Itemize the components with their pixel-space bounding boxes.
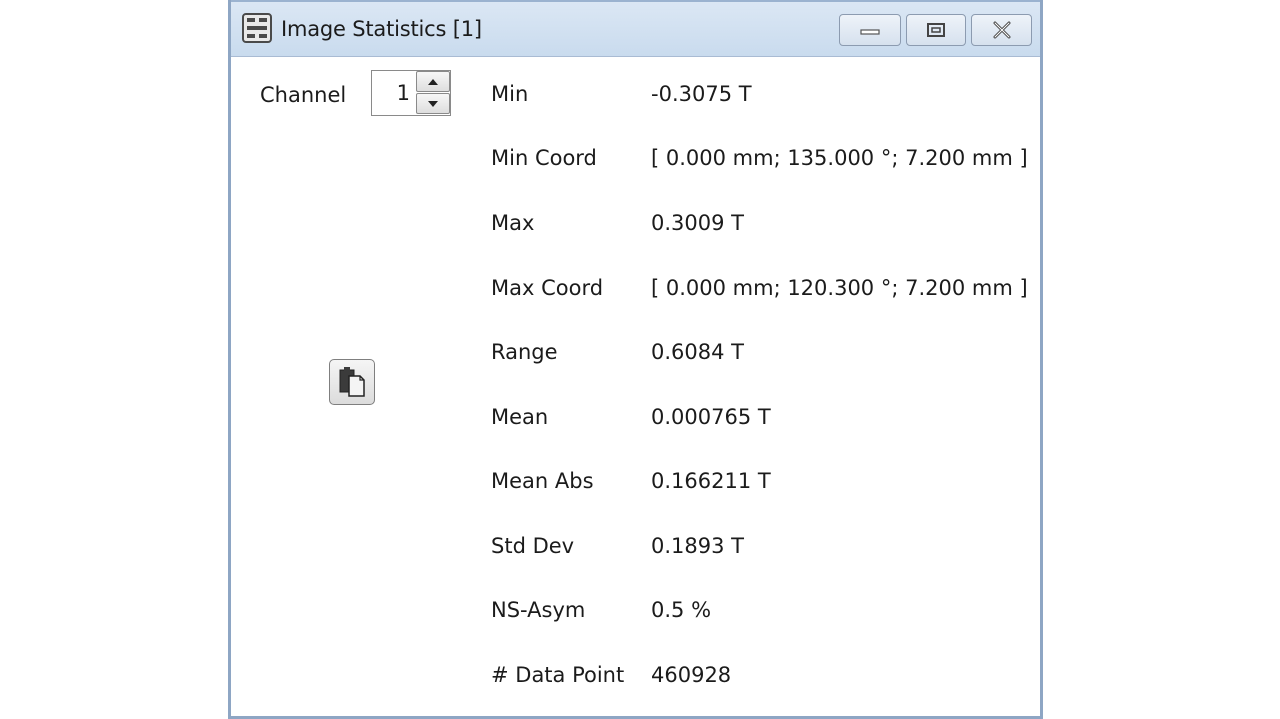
arrow-down-icon xyxy=(428,100,438,107)
stat-value-mean-abs: 0.166211 T xyxy=(651,469,771,493)
app-icon xyxy=(242,13,272,43)
maximize-button[interactable] xyxy=(906,14,966,46)
stat-label-max-coord: Max Coord xyxy=(491,276,604,300)
maximize-icon xyxy=(927,23,945,37)
stat-label-range: Range xyxy=(491,340,558,364)
stat-value-min-coord: [ 0.000 mm; 135.000 °; 7.200 mm ] xyxy=(651,146,1028,170)
channel-decrement-button[interactable] xyxy=(416,93,450,114)
copy-icon xyxy=(339,367,365,397)
title-bar[interactable]: Image Statistics [1] xyxy=(231,0,1040,56)
stat-value-mean: 0.000765 T xyxy=(651,405,771,429)
stat-label-data-point: # Data Point xyxy=(491,663,625,687)
close-icon xyxy=(993,21,1010,39)
arrow-up-icon xyxy=(428,78,438,85)
channel-spinner[interactable]: 1 xyxy=(371,70,451,116)
stat-label-min: Min xyxy=(491,82,529,106)
close-button[interactable] xyxy=(971,14,1032,46)
channel-increment-button[interactable] xyxy=(416,71,450,92)
channel-value[interactable]: 1 xyxy=(372,71,414,115)
stat-value-max-coord: [ 0.000 mm; 120.300 °; 7.200 mm ] xyxy=(651,276,1028,300)
stat-label-std-dev: Std Dev xyxy=(491,534,575,558)
stat-value-min: -0.3075 T xyxy=(651,82,752,106)
stat-label-mean-abs: Mean Abs xyxy=(491,469,594,493)
image-statistics-window: Image Statistics [1] Channel 1 Min -0.30… xyxy=(228,0,1043,719)
stat-label-ns-asym: NS-Asym xyxy=(491,598,586,622)
stat-label-max: Max xyxy=(491,211,535,235)
stat-value-range: 0.6084 T xyxy=(651,340,744,364)
stat-value-std-dev: 0.1893 T xyxy=(651,534,744,558)
channel-label: Channel xyxy=(260,83,347,107)
minimize-icon xyxy=(860,29,880,35)
stat-label-mean: Mean xyxy=(491,405,549,429)
minimize-button[interactable] xyxy=(839,14,901,46)
stat-value-max: 0.3009 T xyxy=(651,211,744,235)
statistics-panel: Channel 1 Min -0.3075 T Min Coord [0.00… xyxy=(231,56,1040,716)
stat-label-min-coord: Min Coord xyxy=(491,146,597,170)
stat-value-ns-asym: 0.5 % xyxy=(651,598,712,622)
window-title: Image Statistics [1] xyxy=(281,17,482,41)
stat-value-data-point: 460928 xyxy=(651,663,732,687)
copy-button[interactable] xyxy=(329,359,375,405)
